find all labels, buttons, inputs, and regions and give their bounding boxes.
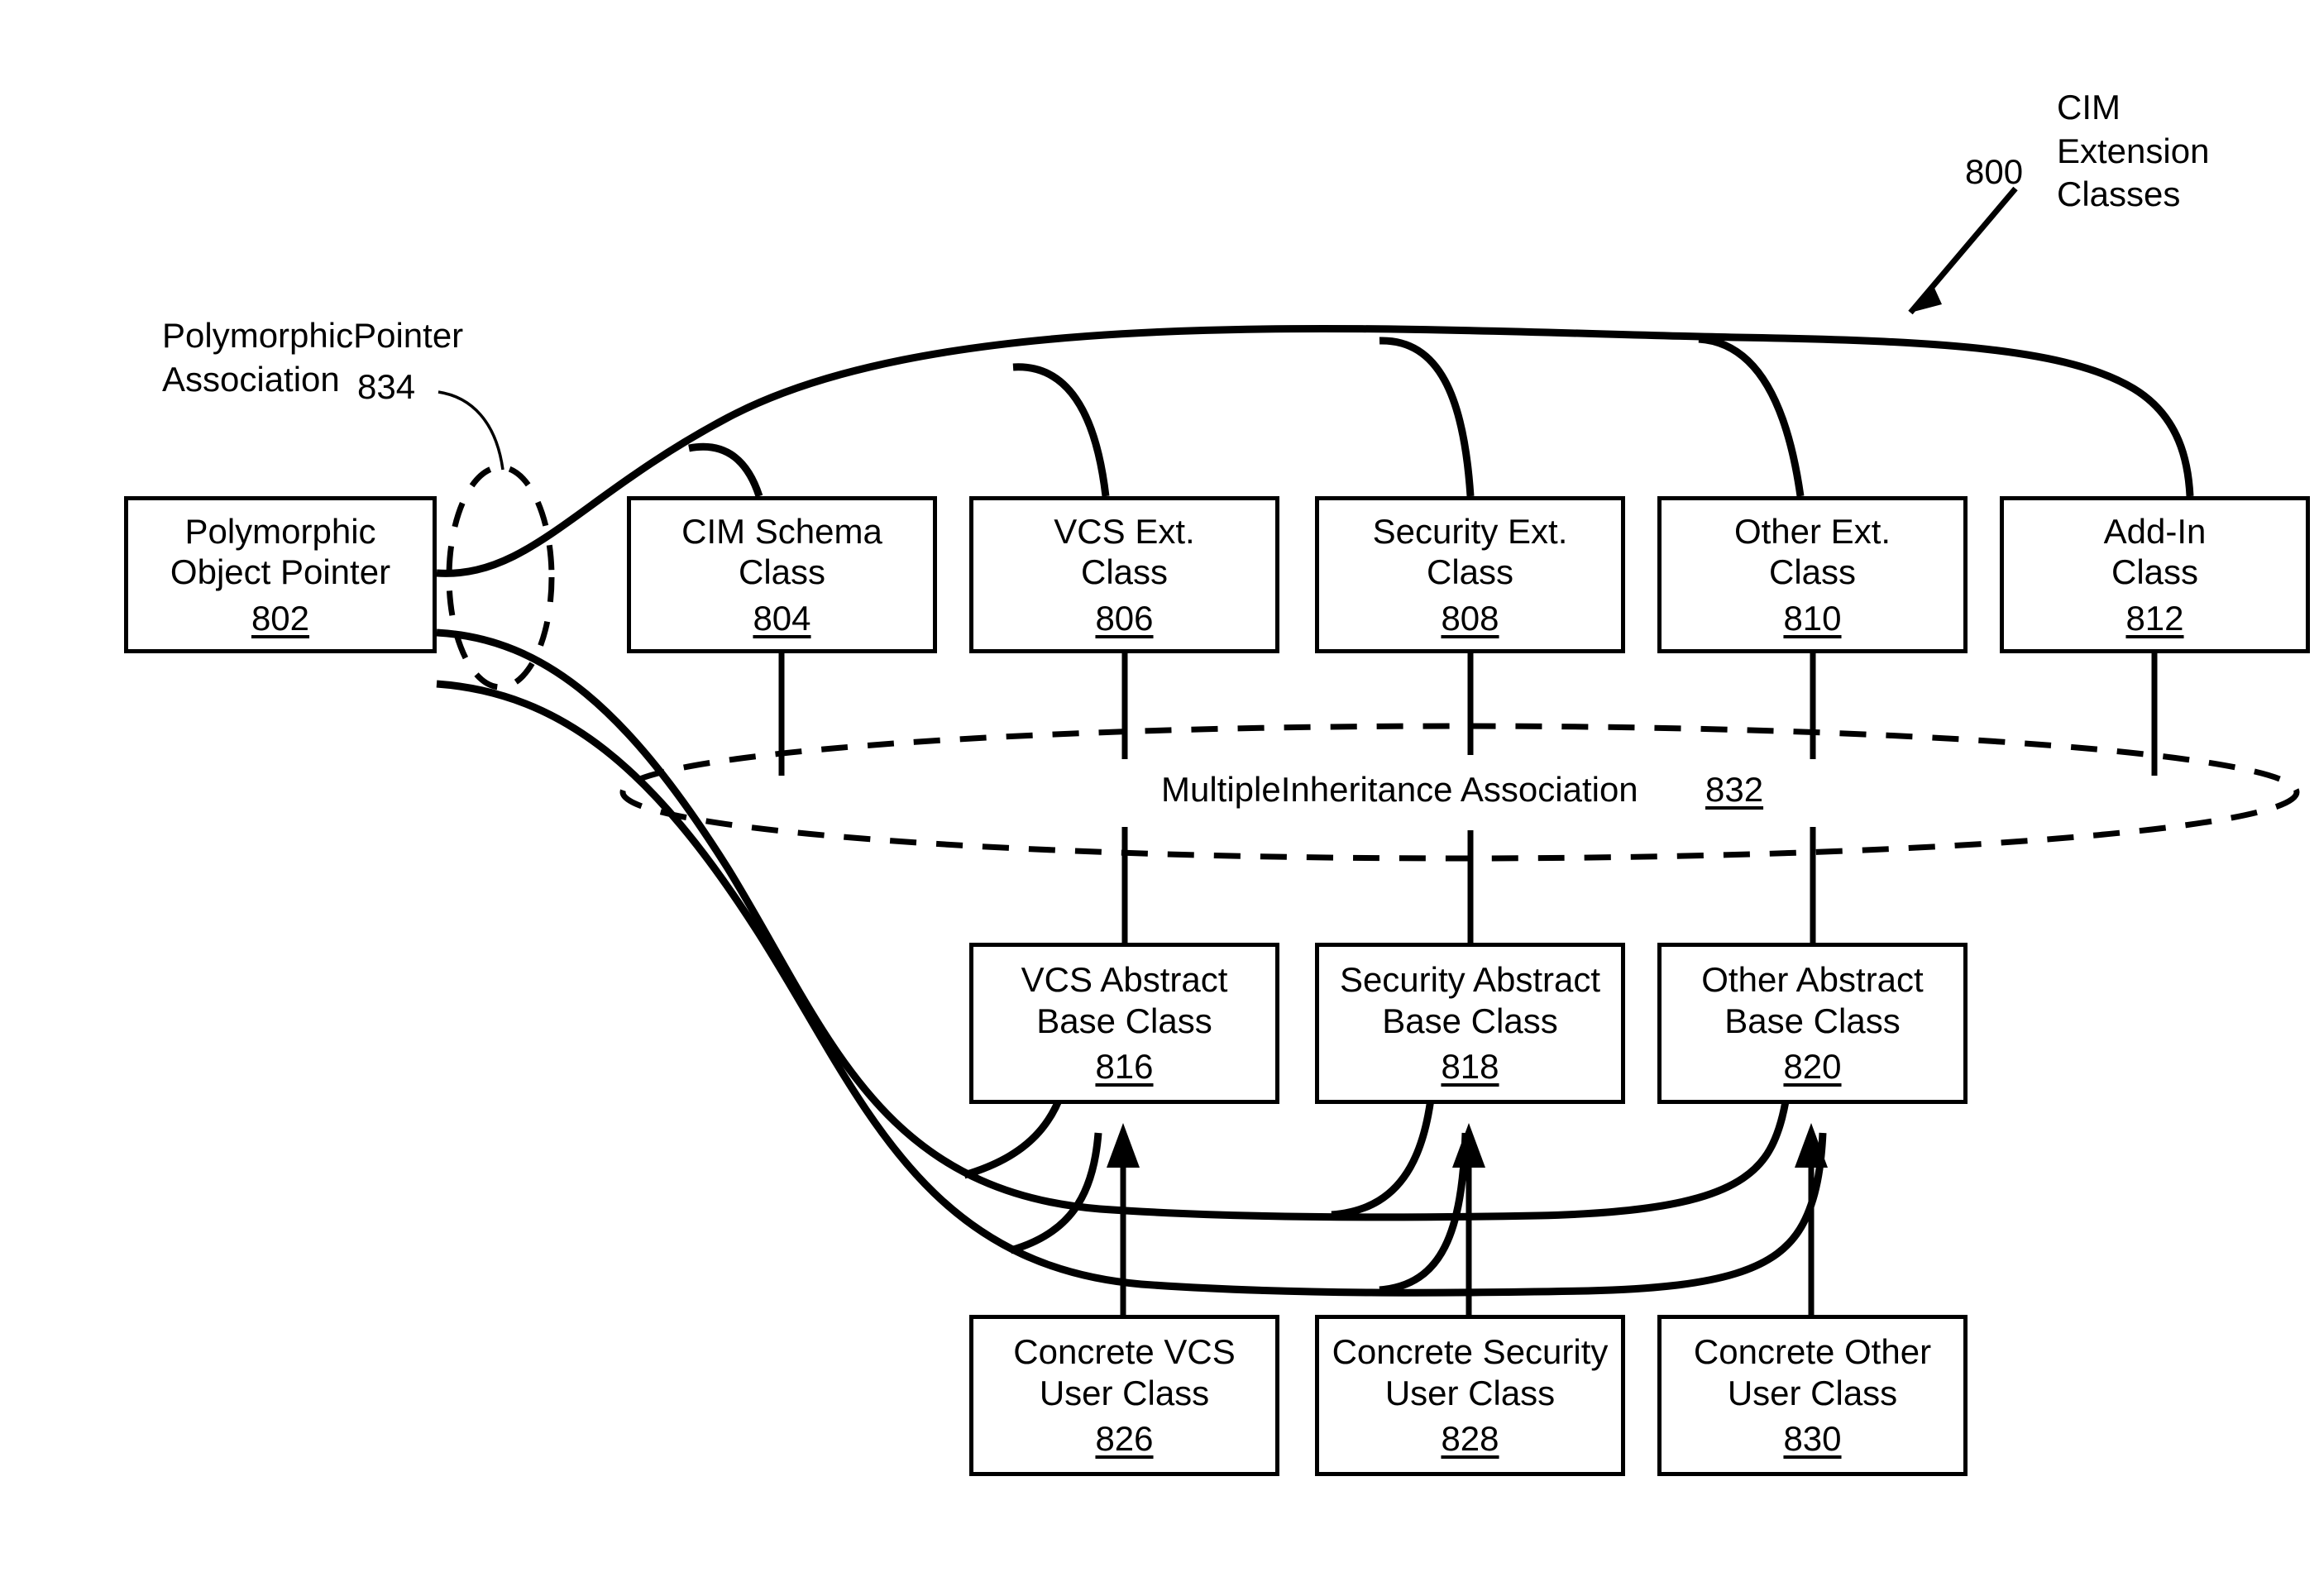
extension-class-inheritance-stubs bbox=[778, 653, 2158, 776]
node-vcs-abstract-base-class[interactable]: VCS Abstract Base Class 816 bbox=[969, 943, 1279, 1104]
abstract-base-inheritance-stubs bbox=[1121, 827, 1816, 943]
node-ref: 826 bbox=[1095, 1419, 1154, 1459]
node-ref: 830 bbox=[1783, 1419, 1842, 1459]
node-security-abstract-base-class[interactable]: Security Abstract Base Class 818 bbox=[1315, 943, 1625, 1104]
node-ref: 828 bbox=[1441, 1419, 1499, 1459]
figure-ref-800: 800 bbox=[1965, 152, 2024, 191]
branch-to-804 bbox=[688, 442, 763, 498]
figure-title-label: CIM Extension Classes bbox=[2057, 88, 2210, 213]
branch-to-808 bbox=[1379, 337, 1475, 497]
node-concrete-vcs-user-class[interactable]: Concrete VCS User Class 826 bbox=[969, 1315, 1279, 1476]
pointer-trunk-abstract bbox=[436, 628, 1795, 1221]
node-ref: 804 bbox=[753, 598, 811, 638]
branch-to-806 bbox=[1012, 363, 1110, 497]
branch-concrete-828 bbox=[1379, 1132, 1470, 1294]
node-other-ext-class[interactable]: Other Ext. Class 810 bbox=[1657, 496, 1968, 653]
node-ref: 812 bbox=[2125, 598, 2184, 638]
node-security-ext-class[interactable]: Security Ext. Class 808 bbox=[1315, 496, 1625, 653]
node-label-line2: Object Pointer bbox=[170, 552, 391, 592]
node-ref: 802 bbox=[251, 598, 310, 638]
node-label-line2: Base Class bbox=[1382, 1001, 1558, 1040]
node-label-line2: Base Class bbox=[1724, 1001, 1901, 1040]
polymorphic-pointer-association-ellipse bbox=[446, 464, 555, 690]
node-label-line1: VCS Abstract bbox=[1021, 960, 1228, 1000]
polymorphic-pointer-to-abstract-base-classes bbox=[436, 628, 1795, 1221]
node-label-line2: Base Class bbox=[1036, 1001, 1212, 1040]
node-label-line1: Concrete VCS bbox=[1013, 1332, 1236, 1372]
node-label-line1: Concrete Security bbox=[1332, 1332, 1609, 1372]
node-ref: 818 bbox=[1441, 1047, 1499, 1087]
node-ref: 810 bbox=[1783, 598, 1842, 638]
node-other-abstract-base-class[interactable]: Other Abstract Base Class 820 bbox=[1657, 943, 1968, 1104]
node-label-line1: Other Abstract bbox=[1701, 960, 1924, 1000]
node-label-line2: Class bbox=[1426, 552, 1514, 592]
polymorphic-pointer-association-ref-834: 834 bbox=[357, 367, 416, 406]
node-label-line2: Class bbox=[738, 552, 826, 592]
node-label-line1: VCS Ext. bbox=[1054, 511, 1195, 551]
node-ref: 816 bbox=[1095, 1047, 1154, 1087]
node-concrete-other-user-class[interactable]: Concrete Other User Class 830 bbox=[1657, 1315, 1968, 1476]
figure-ref-arrow-800 bbox=[1908, 186, 2018, 315]
node-cim-schema-class[interactable]: CIM Schema Class 804 bbox=[627, 496, 937, 653]
node-label-line2: User Class bbox=[1727, 1373, 1898, 1412]
node-label-line1: Security Ext. bbox=[1372, 511, 1568, 551]
node-ref: 806 bbox=[1095, 598, 1154, 638]
node-label-line1: Polymorphic bbox=[184, 511, 376, 551]
node-label-line2: Class bbox=[2111, 552, 2199, 592]
node-label-line2: Class bbox=[1768, 552, 1857, 592]
node-ref: 808 bbox=[1441, 598, 1499, 638]
node-label-line1: Security Abstract bbox=[1339, 960, 1601, 1000]
node-polymorphic-object-pointer[interactable]: Polymorphic Object Pointer 802 bbox=[124, 496, 437, 653]
figure-canvas: CIM Extension Classes 800 PolymorphicPoi… bbox=[0, 0, 2319, 1596]
multiple-inheritance-association-label: MultipleInheritance Association bbox=[1161, 770, 1638, 809]
leader-line-834 bbox=[438, 390, 504, 471]
node-vcs-ext-class[interactable]: VCS Ext. Class 806 bbox=[969, 496, 1279, 653]
branch-to-810 bbox=[1698, 335, 1805, 497]
node-label-line2: User Class bbox=[1039, 1373, 1210, 1412]
node-label-line2: Class bbox=[1080, 552, 1169, 592]
node-add-in-class[interactable]: Add-In Class 812 bbox=[2000, 496, 2310, 653]
polymorphic-pointer-association-label: PolymorphicPointer Association bbox=[162, 316, 464, 399]
node-label-line1: Concrete Other bbox=[1693, 1332, 1932, 1372]
node-label-line1: Add-In bbox=[2103, 511, 2207, 551]
multiple-inheritance-association-ref-832: 832 bbox=[1705, 770, 1764, 809]
node-label-line2: User Class bbox=[1384, 1373, 1556, 1412]
node-label-line1: CIM Schema bbox=[681, 511, 882, 551]
node-ref: 820 bbox=[1783, 1047, 1842, 1087]
node-concrete-security-user-class[interactable]: Concrete Security User Class 828 bbox=[1315, 1315, 1625, 1476]
node-label-line1: Other Ext. bbox=[1733, 511, 1891, 551]
